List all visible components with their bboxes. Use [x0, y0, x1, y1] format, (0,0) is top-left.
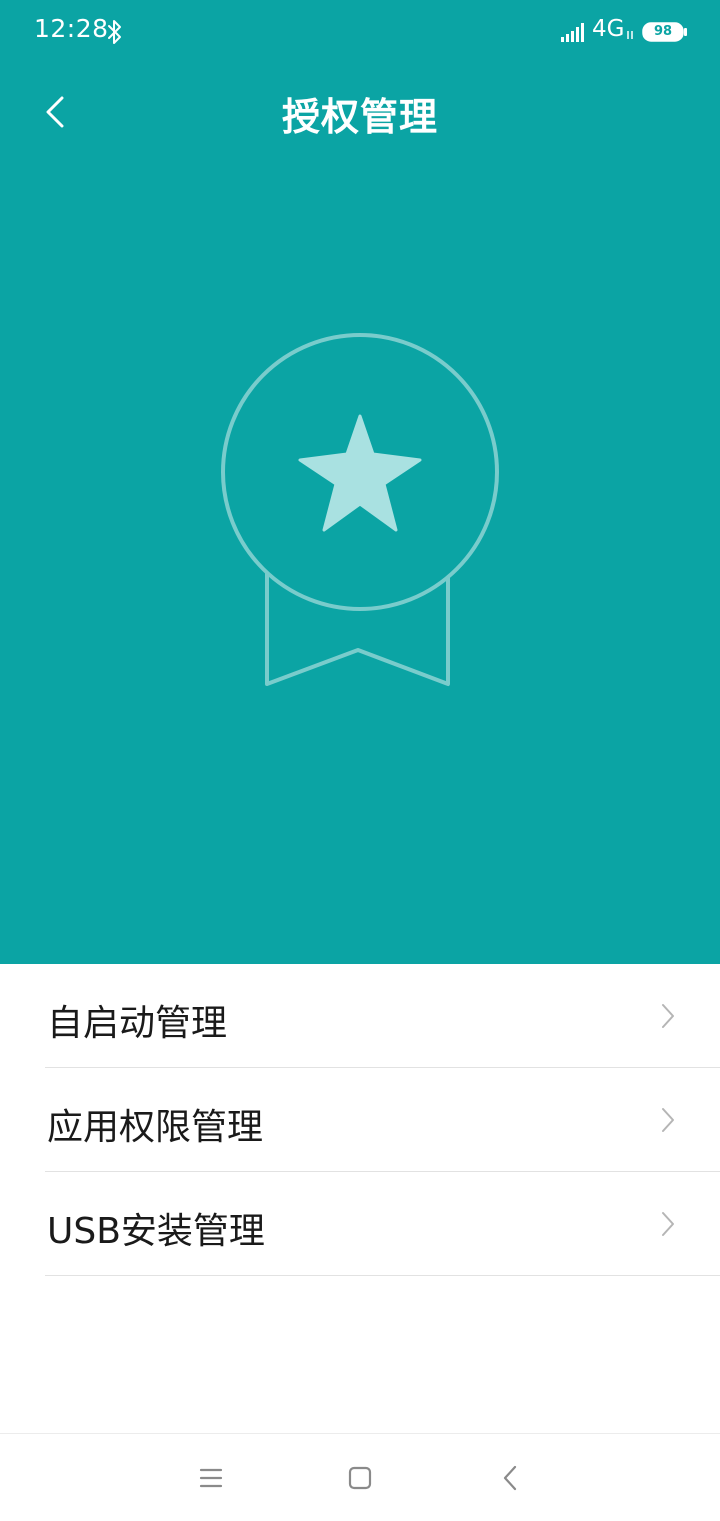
back-icon[interactable]: [495, 1462, 527, 1494]
home-icon[interactable]: [344, 1462, 376, 1494]
menu-item-autostart[interactable]: 自启动管理: [45, 964, 720, 1068]
menu-item-label: USB安装管理: [47, 1211, 265, 1252]
settings-menu: 自启动管理 应用权限管理 USB安装管理: [0, 964, 720, 1276]
system-nav-bar: [0, 1433, 720, 1521]
data-activity-icon: [627, 31, 633, 39]
award-badge-icon: [221, 333, 499, 686]
menu-icon[interactable]: [195, 1462, 227, 1494]
chevron-right-icon: [662, 1004, 674, 1028]
menu-item-label: 自启动管理: [47, 1003, 228, 1044]
menu-item-usb-install[interactable]: USB安装管理: [45, 1172, 720, 1276]
network-type: 4G: [592, 16, 625, 42]
menu-item-label: 应用权限管理: [47, 1107, 264, 1148]
chevron-right-icon: [662, 1212, 674, 1236]
signal-icon: [561, 23, 584, 42]
chevron-right-icon: [662, 1108, 674, 1132]
battery-level: 98: [653, 24, 673, 39]
page-title: 授权管理: [281, 95, 438, 139]
hero-banner: 12:28 4G 98 授权管理: [0, 0, 720, 964]
menu-item-app-permissions[interactable]: 应用权限管理: [45, 1068, 720, 1172]
status-time: 12:28: [34, 14, 109, 43]
bluetooth-icon: [108, 20, 121, 44]
status-bar: 12:28 4G 98: [0, 0, 720, 64]
